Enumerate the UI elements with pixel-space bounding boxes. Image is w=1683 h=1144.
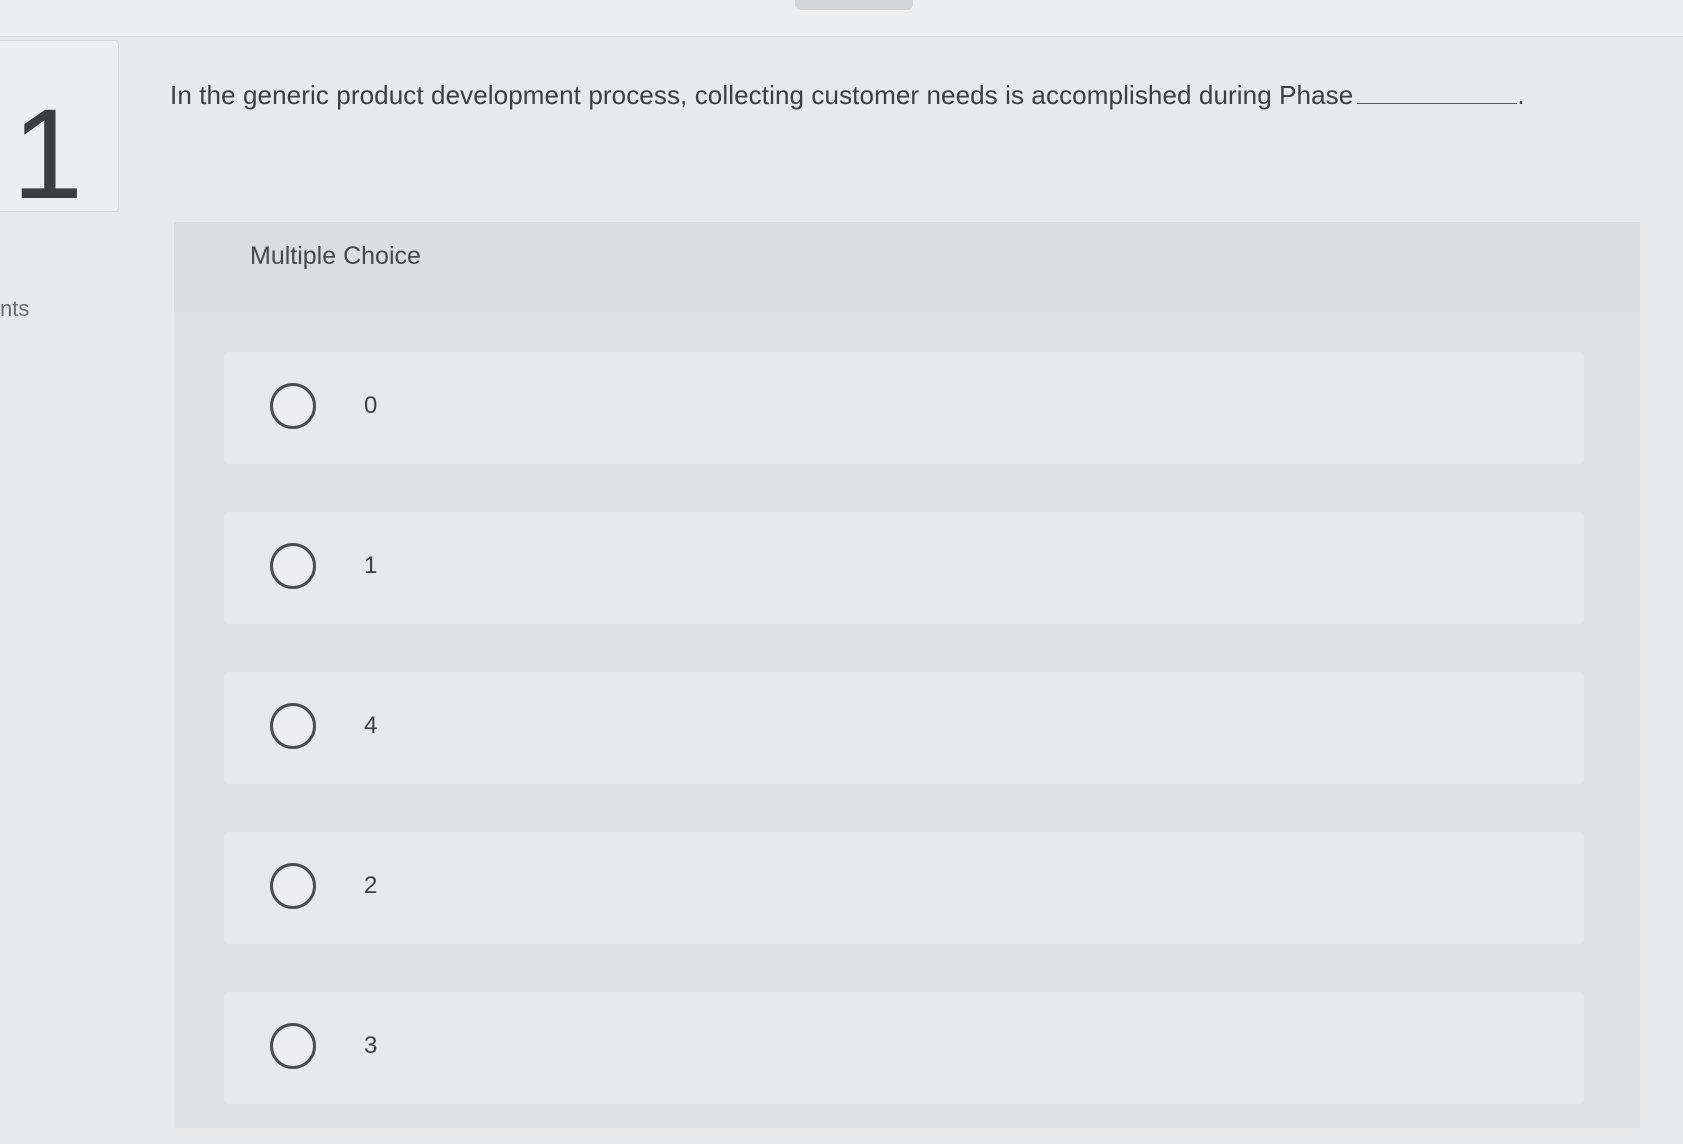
question-number: 1: [12, 83, 84, 226]
question-number-box: 1: [0, 40, 119, 219]
choice-label: 3: [364, 1032, 378, 1059]
question-text: In the generic product development proce…: [170, 80, 1354, 110]
answer-blank: [1357, 102, 1518, 104]
choice-option[interactable]: 2: [224, 832, 1584, 944]
choice-label: 1: [364, 552, 378, 579]
choice-option[interactable]: 3: [224, 992, 1584, 1104]
multiple-choice-label: Multiple Choice: [250, 242, 421, 270]
radio-button[interactable]: [270, 1023, 316, 1069]
top-bar: [0, 0, 1683, 37]
choice-label: 0: [364, 392, 378, 419]
choice-option[interactable]: 4: [224, 672, 1584, 784]
radio-button[interactable]: [270, 863, 316, 909]
radio-button[interactable]: [270, 543, 316, 589]
choice-option[interactable]: 0: [224, 352, 1584, 464]
question-period: .: [1517, 80, 1525, 110]
choice-option[interactable]: 1: [224, 512, 1584, 624]
points-label: nts: [0, 296, 30, 321]
choice-label: 4: [364, 712, 378, 739]
multiple-choice-header: Multiple Choice: [174, 222, 1640, 312]
radio-button[interactable]: [270, 383, 316, 429]
question-prompt: In the generic product development proce…: [170, 80, 1525, 111]
top-tab[interactable]: [795, 0, 913, 10]
multiple-choice-panel: Multiple Choice 0 1 4 2 3: [174, 222, 1640, 1128]
choice-label: 2: [364, 872, 378, 899]
radio-button[interactable]: [270, 703, 316, 749]
